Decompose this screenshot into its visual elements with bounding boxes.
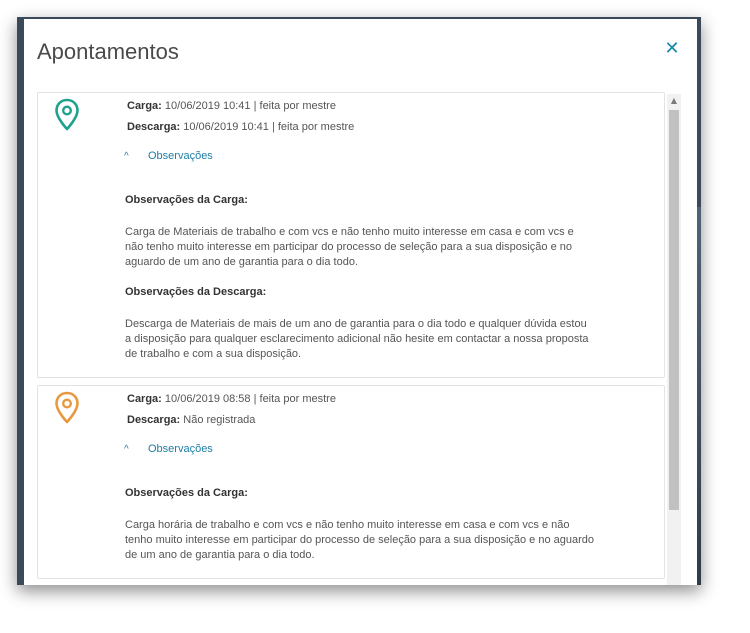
map-pin-icon <box>55 98 79 131</box>
observacoes-toggle-label: Observações <box>148 150 213 162</box>
obs-descarga-text: Descarga de Materiais de mais de um ano … <box>125 318 589 360</box>
carga-line: Carga: 10/06/2019 08:58 | feita por mest… <box>127 393 336 405</box>
entry-card: Carga: 10/06/2019 10:41 | feita por mest… <box>37 92 665 378</box>
obs-carga-title: Observações da Carga: <box>125 194 248 206</box>
obs-carga-text: Carga horária de trabalho e com vcs e nã… <box>125 519 595 561</box>
descarga-line: Descarga: Não registrada <box>127 414 255 426</box>
carga-value: 10/06/2019 08:58 | feita por mestre <box>164 393 336 405</box>
scroll-up-icon[interactable]: ▲ <box>667 94 681 108</box>
chevron-up-icon: ^ <box>124 151 129 162</box>
descarga-line: Descarga: 10/06/2019 10:41 | feita por m… <box>127 121 354 133</box>
descarga-label: Descarga: <box>127 121 181 133</box>
observacoes-toggle[interactable]: ^ Observações <box>124 150 213 166</box>
entries-list: Carga: 10/06/2019 10:41 | feita por mest… <box>37 92 665 585</box>
apontamentos-dialog: Apontamentos ✕ Carga: 10/06/2019 10:41 |… <box>24 19 697 585</box>
carga-value: 10/06/2019 10:41 | feita por mestre <box>164 100 336 112</box>
descarga-value: 10/06/2019 10:41 | feita por mestre <box>183 121 355 133</box>
obs-carga-text: Carga de Materiais de trabalho e com vcs… <box>125 226 574 268</box>
observacoes-toggle-label: Observações <box>148 443 213 455</box>
map-pin-icon <box>55 391 79 424</box>
carga-label: Carga: <box>127 393 162 405</box>
descarga-label: Descarga: <box>127 414 181 426</box>
list-scrollbar[interactable]: ▲ <box>667 94 681 585</box>
close-icon[interactable]: ✕ <box>662 39 682 59</box>
obs-descarga-title: Observações da Descarga: <box>125 286 267 298</box>
obs-carga-title: Observações da Carga: <box>125 487 248 499</box>
entry-card: Carga: 10/06/2019 08:58 | feita por mest… <box>37 385 665 579</box>
chevron-up-icon: ^ <box>124 444 129 455</box>
dialog-title: Apontamentos <box>37 39 179 64</box>
carga-line: Carga: 10/06/2019 10:41 | feita por mest… <box>127 100 336 112</box>
observacoes-toggle[interactable]: ^ Observações <box>124 443 213 459</box>
carga-label: Carga: <box>127 100 162 112</box>
scroll-thumb[interactable] <box>669 110 679 510</box>
descarga-value: Não registrada <box>183 414 256 426</box>
